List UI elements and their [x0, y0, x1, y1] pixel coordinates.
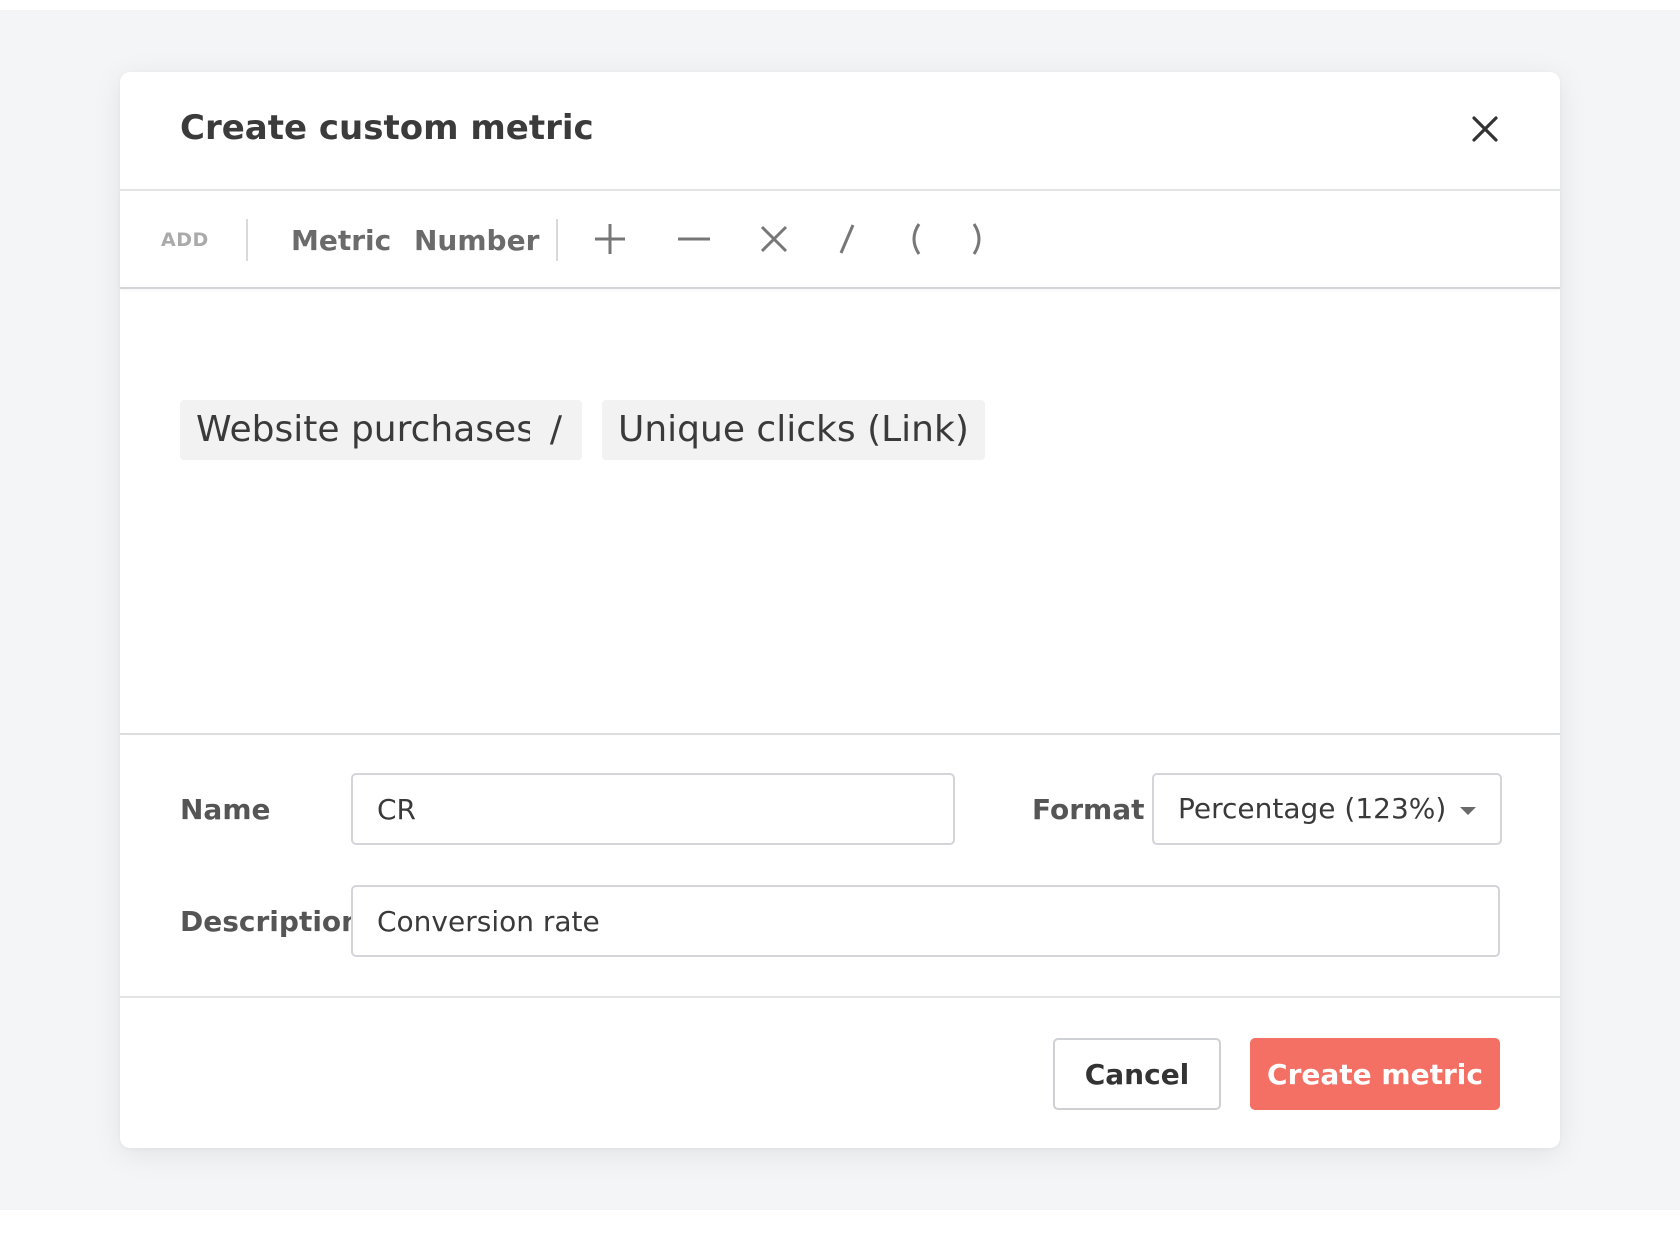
- formula-editor[interactable]: Website purchases / Unique clicks (Link): [120, 289, 1560, 735]
- add-close-paren-button[interactable]: [958, 219, 998, 259]
- add-plus-button[interactable]: [590, 219, 630, 259]
- create-metric-button[interactable]: Create metric: [1250, 1038, 1500, 1110]
- name-label: Name: [180, 793, 271, 826]
- toolbar-divider: [246, 219, 248, 261]
- name-input[interactable]: [351, 773, 955, 845]
- open-paren-icon: [912, 223, 921, 255]
- close-paren-icon: [972, 223, 981, 255]
- toolbar-divider: [556, 219, 558, 261]
- minus-icon: [678, 237, 710, 241]
- format-label: Format: [1032, 793, 1145, 826]
- format-select-value: Percentage (123%): [1178, 792, 1447, 825]
- formula-token-metric[interactable]: Unique clicks (Link): [602, 400, 985, 460]
- add-minus-button[interactable]: [674, 219, 714, 259]
- add-number-button[interactable]: Number: [414, 224, 539, 257]
- formula-token-operator[interactable]: /: [530, 400, 582, 460]
- formula-token-metric[interactable]: Website purchases: [180, 400, 551, 460]
- plus-icon: [595, 224, 625, 254]
- add-metric-button[interactable]: Metric: [291, 224, 391, 257]
- add-divide-button[interactable]: [827, 219, 867, 259]
- dialog-header: Create custom metric: [120, 72, 1560, 191]
- add-label: ADD: [161, 229, 209, 251]
- format-select[interactable]: Percentage (123%): [1152, 773, 1502, 845]
- description-input[interactable]: [351, 885, 1500, 957]
- description-label: Description: [180, 905, 362, 938]
- dialog-title: Create custom metric: [180, 108, 594, 148]
- create-metric-dialog: Create custom metric ADD Metric Number W…: [120, 72, 1560, 1148]
- close-icon: [1472, 116, 1498, 142]
- multiply-icon: [760, 225, 788, 253]
- chevron-down-icon: [1460, 807, 1476, 815]
- add-open-paren-button[interactable]: [895, 219, 935, 259]
- formula-toolbar: ADD Metric Number: [120, 191, 1560, 289]
- close-button[interactable]: [1465, 109, 1505, 149]
- divide-icon: [839, 224, 855, 254]
- add-multiply-button[interactable]: [754, 219, 794, 259]
- footer-divider: [120, 996, 1560, 998]
- cancel-button[interactable]: Cancel: [1053, 1038, 1221, 1110]
